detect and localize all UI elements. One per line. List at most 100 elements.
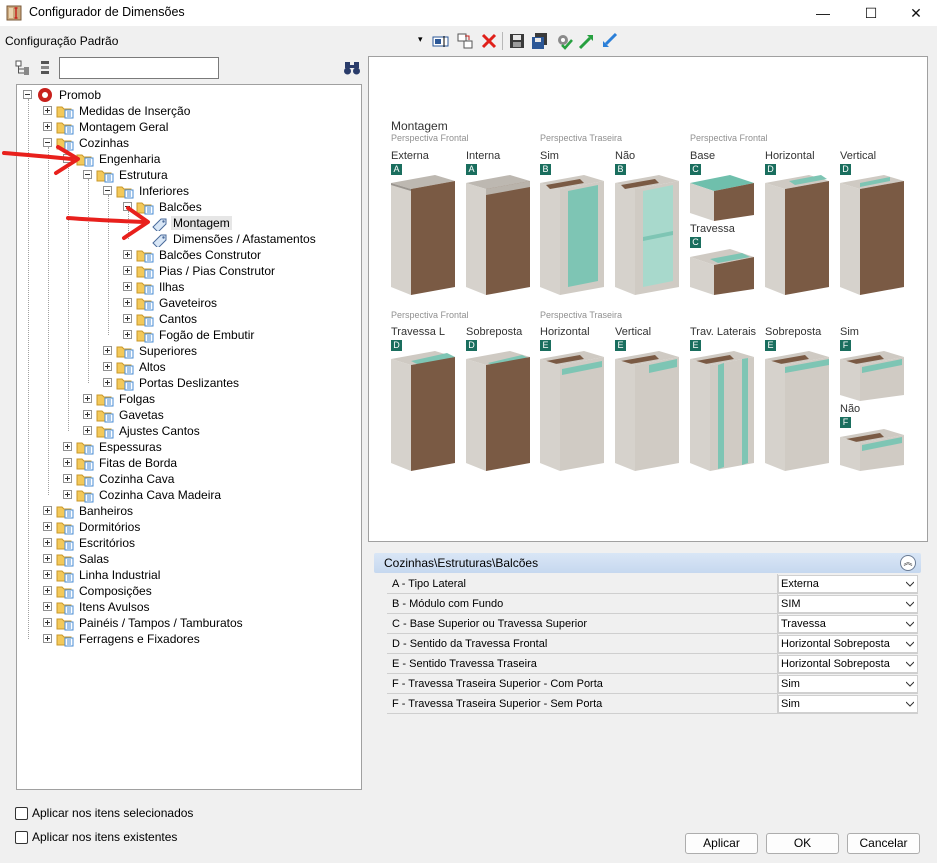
expand-toggle[interactable] — [63, 490, 72, 499]
chevron-down-icon[interactable] — [906, 580, 914, 588]
property-value-select[interactable]: Sim — [778, 695, 918, 713]
tree-item-label: Ilhas — [159, 280, 185, 294]
expand-toggle[interactable] — [43, 122, 52, 131]
collapse-toggle[interactable] — [103, 186, 112, 195]
chevron-down-icon[interactable] — [906, 640, 914, 648]
export-icon[interactable] — [600, 32, 618, 50]
properties-path: Cozinhas\Estruturas\Balcões — [384, 556, 539, 570]
expand-toggle[interactable] — [123, 298, 132, 307]
chevron-down-icon[interactable] — [906, 700, 914, 708]
expand-toggle[interactable] — [43, 570, 52, 579]
tree-item-label: Inferiores — [139, 184, 190, 198]
property-value-select[interactable]: SIM — [778, 595, 918, 613]
expand-toggle[interactable] — [123, 314, 132, 323]
cabinet-side-crossbars-image — [690, 351, 754, 471]
tree-view[interactable]: Promob Medidas de Inserção Montagem Gera… — [16, 84, 362, 790]
folder-icon — [56, 634, 74, 647]
folder-icon — [116, 378, 134, 391]
expand-toggle[interactable] — [43, 522, 52, 531]
preview-badge: F — [840, 417, 851, 428]
chevron-down-icon[interactable] — [906, 620, 914, 628]
cabinet-rear-overlay-image — [765, 351, 829, 471]
property-value-select[interactable]: Sim — [778, 675, 918, 693]
folder-icon — [136, 250, 154, 263]
save-as-icon[interactable] — [531, 32, 549, 50]
expand-toggle[interactable] — [43, 634, 52, 643]
checkbox[interactable] — [15, 831, 28, 844]
expand-toggle[interactable] — [123, 282, 132, 291]
apply-settings-icon[interactable] — [555, 32, 573, 50]
preview-badge: E — [615, 340, 626, 351]
property-value-select[interactable]: Externa — [778, 575, 918, 593]
maximize-button[interactable]: ☐ — [848, 0, 894, 26]
expand-toggle[interactable] — [103, 362, 112, 371]
chevron-down-icon[interactable] — [906, 600, 914, 608]
expand-toggle[interactable] — [43, 506, 52, 515]
collapse-toggle[interactable] — [83, 170, 92, 179]
close-button[interactable]: ✕ — [893, 0, 937, 26]
preview-badge: C — [690, 164, 701, 175]
delete-icon[interactable] — [480, 32, 498, 50]
expand-toggle[interactable] — [83, 394, 92, 403]
expand-toggle[interactable] — [63, 458, 72, 467]
expand-toggle[interactable] — [43, 554, 52, 563]
collapse-toggle[interactable] — [23, 90, 32, 99]
expand-toggle[interactable] — [63, 442, 72, 451]
expand-toggle[interactable] — [83, 426, 92, 435]
expand-toggle[interactable] — [43, 618, 52, 627]
chevron-down-icon[interactable] — [906, 660, 914, 668]
checkbox[interactable] — [15, 807, 28, 820]
property-value-select[interactable]: Horizontal Sobreposta — [778, 655, 918, 673]
tree-item-label: Portas Deslizantes — [139, 376, 240, 390]
cabinet-external-side-image — [391, 175, 455, 295]
property-row[interactable]: A - Tipo Lateral Externa — [387, 574, 918, 594]
preview-label: Vertical — [840, 150, 877, 162]
folder-icon — [76, 490, 94, 503]
folder-icon — [136, 298, 154, 311]
expand-toggle[interactable] — [63, 474, 72, 483]
property-row[interactable]: B - Módulo com Fundo SIM — [387, 594, 918, 614]
property-row[interactable]: E - Sentido Travessa Traseira Horizontal… — [387, 654, 918, 674]
tree-item-label: Superiores — [139, 344, 198, 358]
apply-button[interactable]: Aplicar — [685, 833, 758, 854]
property-row[interactable]: C - Base Superior ou Travessa Superior T… — [387, 614, 918, 634]
expand-toggle[interactable] — [43, 106, 52, 115]
property-row[interactable]: F - Travessa Traseira Superior - Com Por… — [387, 674, 918, 694]
cancel-button[interactable]: Cancelar — [847, 833, 920, 854]
expand-toggle[interactable] — [103, 346, 112, 355]
expand-toggle[interactable] — [83, 410, 92, 419]
configuration-select[interactable]: Configuração Padrão — [5, 34, 118, 48]
tree-item-label: Espessuras — [99, 440, 162, 454]
folder-icon — [76, 474, 94, 487]
expand-toggle[interactable] — [43, 586, 52, 595]
rename-icon[interactable] — [432, 32, 450, 50]
search-icon[interactable] — [343, 60, 361, 76]
chevron-down-icon[interactable]: ▾ — [418, 34, 423, 45]
collapse-icon[interactable]: ︽ — [900, 555, 916, 571]
collapse-all-icon[interactable] — [36, 59, 54, 77]
tag-icon — [152, 218, 167, 231]
expand-toggle[interactable] — [123, 266, 132, 275]
tree-item-label: Cantos — [159, 312, 198, 326]
expand-toggle[interactable] — [43, 538, 52, 547]
property-row[interactable]: D - Sentido da Travessa Frontal Horizont… — [387, 634, 918, 654]
preview-badge: D — [765, 164, 776, 175]
expand-toggle[interactable] — [43, 602, 52, 611]
copy-config-icon[interactable] — [456, 32, 474, 50]
expand-toggle[interactable] — [103, 378, 112, 387]
folder-icon — [116, 362, 134, 375]
expand-all-icon[interactable] — [14, 59, 32, 77]
tree-search-input[interactable] — [59, 57, 219, 79]
ok-button[interactable]: OK — [766, 833, 839, 854]
tree-item-label: Estrutura — [119, 168, 168, 182]
chevron-down-icon[interactable] — [906, 680, 914, 688]
properties-header[interactable]: Cozinhas\Estruturas\Balcões ︽ — [374, 553, 921, 573]
property-value-select[interactable]: Travessa — [778, 615, 918, 633]
property-value-select[interactable]: Horizontal Sobreposta — [778, 635, 918, 653]
minimize-button[interactable]: — — [800, 0, 846, 26]
expand-toggle[interactable] — [123, 330, 132, 339]
save-icon[interactable] — [508, 32, 526, 50]
expand-toggle[interactable] — [123, 250, 132, 259]
import-icon[interactable] — [578, 32, 596, 50]
property-row[interactable]: F - Travessa Traseira Superior - Sem Por… — [387, 694, 918, 714]
